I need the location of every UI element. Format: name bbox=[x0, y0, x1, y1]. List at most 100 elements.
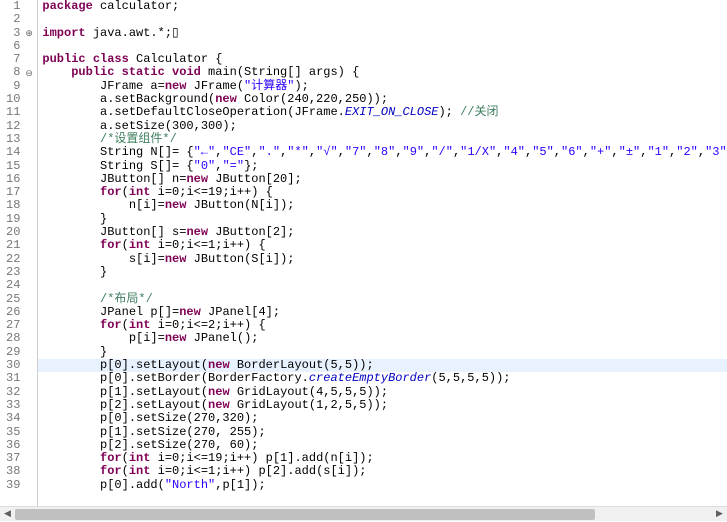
code-line[interactable]: p[2].setSize(270, 60); bbox=[42, 439, 727, 452]
code-line[interactable]: for(int i=0;i<=1;i++) p[2].add(s[i]); bbox=[42, 465, 727, 478]
token: new bbox=[208, 358, 230, 372]
code-line[interactable]: String S[]= {"0","="}; bbox=[42, 160, 727, 173]
code-line[interactable]: for(int i=0;i<=19;i++) { bbox=[42, 186, 727, 199]
scroll-thumb[interactable] bbox=[15, 509, 595, 520]
line-number: 26 bbox=[6, 306, 20, 319]
token: JPanel[4]; bbox=[201, 305, 280, 319]
code-line[interactable]: JButton[] n=new JButton[20]; bbox=[42, 173, 727, 186]
code-line[interactable]: p[0].setLayout(new BorderLayout(5,5)); bbox=[38, 359, 727, 372]
token: , bbox=[583, 145, 590, 159]
line-number: 25 bbox=[6, 293, 20, 306]
line-number: 13 bbox=[6, 133, 20, 146]
line-number: 39 bbox=[6, 479, 20, 492]
line-number: 3 bbox=[6, 27, 20, 40]
token: GridLayout(4,5,5,5)); bbox=[230, 385, 388, 399]
code-line[interactable]: p[0].setSize(270,320); bbox=[42, 412, 727, 425]
code-line[interactable]: p[1].setLayout(new GridLayout(4,5,5,5)); bbox=[42, 386, 727, 399]
token: "←" bbox=[194, 145, 216, 159]
token: "3" bbox=[705, 145, 727, 159]
code-line[interactable]: } bbox=[42, 266, 727, 279]
line-number: 35 bbox=[6, 426, 20, 439]
token: "±" bbox=[619, 145, 641, 159]
scroll-right-arrow[interactable]: ▶ bbox=[712, 507, 727, 522]
token: JButton(S[i]); bbox=[186, 252, 294, 266]
code-area[interactable]: package calculator; import java.awt.*;▯ pu… bbox=[38, 0, 727, 521]
token: "7" bbox=[345, 145, 367, 159]
scroll-left-arrow[interactable]: ◀ bbox=[0, 507, 15, 522]
code-line[interactable]: n[i]=new JButton(N[i]); bbox=[42, 199, 727, 212]
code-line[interactable]: public class Calculator { bbox=[42, 53, 727, 66]
token: int bbox=[129, 185, 151, 199]
fold-expand-icon[interactable]: ⊕ bbox=[25, 28, 33, 41]
token: p[0].setSize(270,320); bbox=[100, 411, 258, 425]
line-number: 19 bbox=[6, 213, 20, 226]
horizontal-scrollbar[interactable]: ◀ ▶ bbox=[0, 506, 727, 521]
line-number: 22 bbox=[6, 253, 20, 266]
code-line[interactable] bbox=[42, 40, 727, 53]
token: JButton[2]; bbox=[208, 225, 294, 239]
token bbox=[42, 119, 100, 133]
token: ( bbox=[122, 185, 129, 199]
code-line[interactable]: String N[]= {"←","CE",".","*","√","7","8… bbox=[42, 146, 727, 159]
token bbox=[42, 438, 100, 452]
code-line[interactable]: } bbox=[42, 213, 727, 226]
token: n[i]= bbox=[129, 198, 165, 212]
code-line[interactable]: s[i]=new JButton(S[i]); bbox=[42, 253, 727, 266]
code-line[interactable]: p[2].setLayout(new GridLayout(1,2,5,5)); bbox=[42, 399, 727, 412]
token bbox=[42, 79, 100, 93]
fold-gutter: ⊕⊖ bbox=[23, 0, 37, 521]
code-line[interactable] bbox=[42, 13, 727, 26]
line-number: 2 bbox=[6, 13, 20, 26]
token: "8" bbox=[374, 145, 396, 159]
code-line[interactable]: public static void main(String[] args) { bbox=[42, 66, 727, 79]
token: new bbox=[165, 198, 187, 212]
code-line[interactable]: p[i]=new JPanel(); bbox=[42, 332, 727, 345]
code-line[interactable]: p[1].setSize(270, 255); bbox=[42, 426, 727, 439]
token bbox=[42, 92, 100, 106]
code-line[interactable]: p[0].setBorder(BorderFactory.createEmpty… bbox=[42, 372, 727, 385]
fold-collapse-icon[interactable]: ⊖ bbox=[25, 68, 33, 81]
line-number: 27 bbox=[6, 319, 20, 332]
code-line[interactable]: for(int i=0;i<=1;i++) { bbox=[42, 239, 727, 252]
code-line[interactable] bbox=[42, 279, 727, 292]
token: ); bbox=[294, 79, 308, 93]
token: String N[]= { bbox=[100, 145, 194, 159]
code-line[interactable]: JButton[] s=new JButton[2]; bbox=[42, 226, 727, 239]
code-line[interactable]: JFrame a=new JFrame("计算器"); bbox=[42, 80, 727, 93]
code-editor: 1236789101112131415161718192021222324252… bbox=[0, 0, 727, 521]
token: , bbox=[309, 145, 316, 159]
token: "9" bbox=[403, 145, 425, 159]
code-line[interactable]: import java.awt.*;▯ bbox=[42, 27, 727, 40]
token: int bbox=[129, 464, 151, 478]
token: main(String[] args) { bbox=[201, 65, 359, 79]
token: "." bbox=[258, 145, 280, 159]
token bbox=[42, 385, 100, 399]
token bbox=[42, 252, 128, 266]
token: /*布局*/ bbox=[100, 292, 153, 306]
code-line[interactable]: p[0].add("North",p[1]); bbox=[42, 479, 727, 492]
line-number: 23 bbox=[6, 266, 20, 279]
line-number: 15 bbox=[6, 160, 20, 173]
token: p[i]= bbox=[129, 331, 165, 345]
token: "+" bbox=[590, 145, 612, 159]
line-number: 18 bbox=[6, 199, 20, 212]
code-line[interactable]: for(int i=0;i<=2;i++) { bbox=[42, 319, 727, 332]
token bbox=[42, 212, 100, 226]
line-number: 20 bbox=[6, 226, 20, 239]
line-number: 37 bbox=[6, 452, 20, 465]
code-line[interactable]: /*设置组件*/ bbox=[42, 133, 727, 146]
code-line[interactable]: package calculator; bbox=[42, 0, 727, 13]
token: p[2].setSize(270, 60); bbox=[100, 438, 258, 452]
token bbox=[42, 425, 100, 439]
token: "=" bbox=[222, 159, 244, 173]
code-line[interactable]: JPanel p[]=new JPanel[4]; bbox=[42, 306, 727, 319]
code-line[interactable]: a.setDefaultCloseOperation(JFrame.EXIT_O… bbox=[42, 106, 727, 119]
code-line[interactable]: } bbox=[42, 346, 727, 359]
token: i=0;i<=19;i++) { bbox=[150, 185, 272, 199]
token bbox=[42, 411, 100, 425]
code-line[interactable]: a.setSize(300,300); bbox=[42, 120, 727, 133]
token: i=0;i<=1;i++) p[2].add(s[i]); bbox=[150, 464, 366, 478]
token: JButton(N[i]); bbox=[186, 198, 294, 212]
code-line[interactable]: for(int i=0;i<=19;i++) p[1].add(n[i]); bbox=[42, 452, 727, 465]
code-line[interactable]: /*布局*/ bbox=[42, 293, 727, 306]
